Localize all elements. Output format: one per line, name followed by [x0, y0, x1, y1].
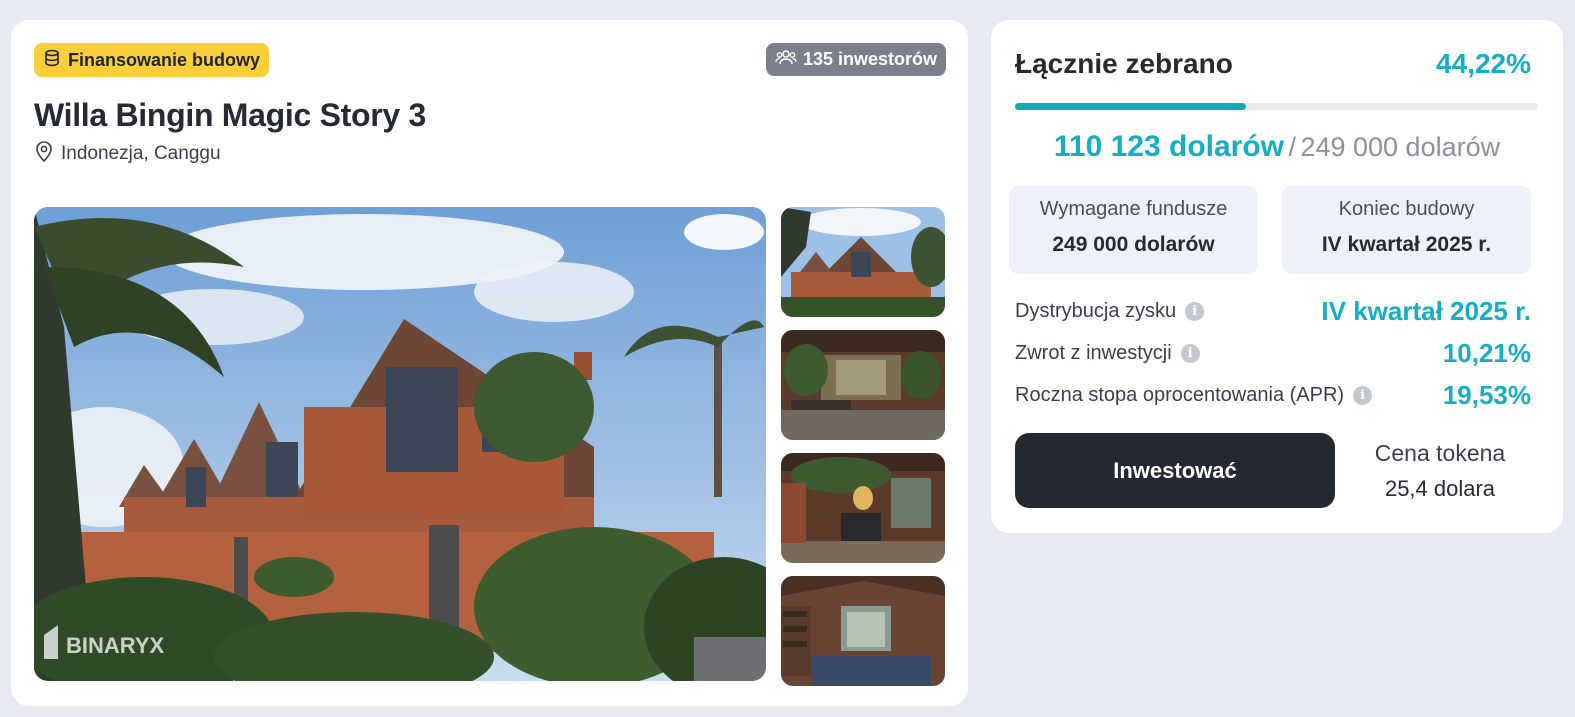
stat-row-profit-distribution: Dystrybucja zysku i IV kwartał 2025 r. [1015, 296, 1531, 327]
users-icon [775, 48, 797, 71]
thumbnail-2[interactable] [781, 330, 945, 440]
required-funds-box: Wymagane fundusze 249 000 dolarów [1009, 186, 1258, 274]
construction-end-label: Koniec budowy [1338, 198, 1475, 220]
category-badge-label: Finansowanie budowy [68, 49, 261, 70]
thumbnail-1[interactable] [781, 207, 945, 317]
thumbnail-4[interactable] [781, 576, 945, 686]
location-text: Indonezja, Canggu [61, 143, 221, 164]
funding-card: Łącznie zebrano 44,22% 110 123 dolarów /… [991, 20, 1563, 533]
property-card: Finansowanie budowy 135 inwestorów Willa… [11, 20, 968, 706]
stat-value: 10,21% [1442, 338, 1531, 368]
amount-goal: 249 000 dolarów [1300, 132, 1501, 162]
category-badge: Finansowanie budowy [34, 43, 270, 77]
investors-badge: 135 inwestorów [765, 43, 946, 76]
collected-percent: 44,22% [1436, 48, 1531, 79]
funding-progress-fill [1015, 103, 1247, 110]
stat-row-roi: Zwrot z inwestycji i 10,21% [1015, 338, 1531, 369]
property-title: Willa Bingin Magic Story 3 [34, 97, 426, 133]
construction-end-value: IV kwartał 2025 r. [1321, 233, 1492, 256]
collected-label: Łącznie zebrano [1015, 48, 1233, 79]
amount-separator: / [1288, 132, 1296, 162]
watermark-text: BINARYX [66, 633, 165, 658]
map-pin-icon [35, 140, 53, 168]
stat-row-apr: Roczna stopa oprocentowania (APR) i 19,5… [1015, 380, 1531, 411]
stat-label: Zwrot z inwestycji [1015, 342, 1172, 364]
required-funds-value: 249 000 dolarów [1052, 233, 1215, 256]
token-price-value: 25,4 dolara [1384, 476, 1496, 501]
property-location: Indonezja, Canggu [35, 140, 221, 168]
stat-value: 19,53% [1442, 380, 1531, 410]
thumbnail-3[interactable] [781, 453, 945, 563]
funding-progress-bar [1015, 103, 1538, 110]
main-photo[interactable]: BINARYX [34, 207, 766, 681]
token-price-label: Cena tokena [1374, 440, 1506, 466]
database-icon [43, 49, 61, 72]
investors-count: 135 inwestorów [802, 49, 937, 69]
stat-label: Dystrybucja zysku [1015, 300, 1177, 322]
info-icon[interactable]: i [1353, 386, 1373, 405]
construction-end-box: Koniec budowy IV kwartał 2025 r. [1282, 186, 1531, 274]
info-icon[interactable]: i [1180, 344, 1200, 363]
amount-raised: 110 123 dolarów [1053, 130, 1285, 163]
required-funds-label: Wymagane fundusze [1039, 198, 1228, 220]
info-icon[interactable]: i [1185, 302, 1205, 321]
stat-label: Roczna stopa oprocentowania (APR) [1015, 384, 1345, 406]
invest-button[interactable]: Inwestować [1015, 433, 1335, 508]
stat-value: IV kwartał 2025 r. [1321, 296, 1531, 326]
funding-amounts: 110 123 dolarów / 249 000 dolarów [991, 130, 1563, 164]
